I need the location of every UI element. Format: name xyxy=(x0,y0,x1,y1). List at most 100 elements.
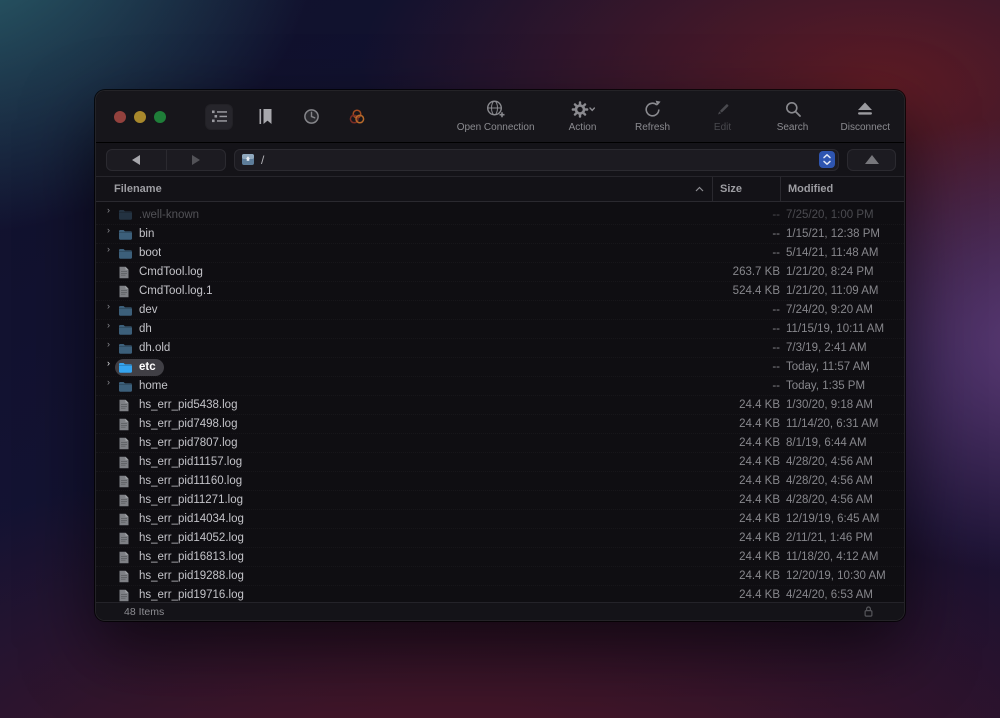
table-row[interactable]: › xyxy=(96,300,904,319)
table-row[interactable]: › xyxy=(96,433,904,452)
row-modified: 5/14/21, 11:48 AM xyxy=(786,247,879,259)
refresh-icon xyxy=(643,98,662,120)
column-headers: Filename Size Modified xyxy=(96,177,904,202)
open-connection-button[interactable]: Open Connection xyxy=(457,98,535,133)
table-row[interactable]: › xyxy=(96,471,904,490)
table-row[interactable]: › xyxy=(96,205,904,224)
chevron-down-icon xyxy=(588,106,595,111)
action-button[interactable]: Action xyxy=(561,98,605,133)
document-icon xyxy=(119,456,129,468)
table-row[interactable]: › xyxy=(96,566,904,585)
search-button[interactable]: Search xyxy=(771,98,815,133)
document-icon xyxy=(119,475,129,487)
row-name: hs_err_pid16813.log xyxy=(139,551,244,563)
back-icon xyxy=(132,154,141,165)
disclosure-chevron-icon[interactable]: › xyxy=(102,377,115,395)
list-view-icon[interactable] xyxy=(206,104,232,129)
zoom-window-button[interactable] xyxy=(154,110,166,123)
disclosure-chevron-icon[interactable]: › xyxy=(102,206,115,223)
modified-header-label: Modified xyxy=(788,183,834,195)
table-row[interactable]: › xyxy=(96,528,904,547)
row-name: hs_err_pid11160.log xyxy=(139,475,243,487)
document-icon xyxy=(119,494,129,506)
table-row[interactable]: › xyxy=(96,490,904,509)
refresh-button[interactable]: Refresh xyxy=(631,98,675,133)
refresh-label: Refresh xyxy=(635,122,671,133)
column-header-size[interactable]: Size xyxy=(712,177,780,201)
path-stepper-icon[interactable] xyxy=(819,151,835,168)
row-size: 24.4 KB xyxy=(739,570,780,582)
table-row[interactable]: › xyxy=(96,376,904,395)
table-row[interactable]: › xyxy=(96,281,904,300)
row-modified: 11/14/20, 6:31 AM xyxy=(786,418,879,430)
document-icon xyxy=(119,532,129,544)
bookmark-icon[interactable] xyxy=(252,105,278,129)
row-size: -- xyxy=(772,342,780,354)
table-row[interactable]: › xyxy=(96,243,904,262)
folder-icon xyxy=(119,305,132,316)
traffic-lights xyxy=(96,91,166,142)
row-modified: 1/30/20, 9:18 AM xyxy=(786,399,873,411)
forward-button xyxy=(167,150,226,170)
row-name: dh.old xyxy=(139,342,171,354)
open-connection-label: Open Connection xyxy=(456,122,535,133)
back-button[interactable] xyxy=(107,149,167,170)
row-name: dh xyxy=(139,323,152,335)
folder-icon xyxy=(119,210,132,220)
table-row[interactable]: › xyxy=(96,262,904,281)
row-modified: Today, 11:57 AM xyxy=(786,361,870,373)
table-row[interactable]: › xyxy=(96,452,904,471)
table-row[interactable]: › xyxy=(96,509,904,528)
row-name: hs_err_pid19288.log xyxy=(139,570,244,582)
action-label: Action xyxy=(568,122,597,133)
disclosure-chevron-icon[interactable]: › xyxy=(102,339,115,357)
row-modified: 8/1/19, 6:44 AM xyxy=(786,437,867,449)
table-row[interactable]: › xyxy=(96,395,904,414)
folder-icon xyxy=(119,362,132,373)
go-up-button[interactable] xyxy=(847,148,896,171)
disclosure-chevron-icon[interactable]: › xyxy=(102,225,115,243)
minimize-window-button[interactable] xyxy=(134,110,146,123)
history-icon[interactable] xyxy=(298,105,324,129)
column-header-filename[interactable]: Filename xyxy=(96,177,712,201)
row-name: hs_err_pid19716.log xyxy=(139,589,244,601)
forward-icon xyxy=(191,154,200,165)
disclosure-chevron-icon[interactable]: › xyxy=(102,358,115,376)
column-header-modified[interactable]: Modified xyxy=(780,177,904,201)
disconnect-button[interactable]: Disconnect xyxy=(841,98,890,133)
disclosure-chevron-icon[interactable]: › xyxy=(102,244,115,262)
row-name: home xyxy=(139,380,168,392)
document-icon xyxy=(119,570,129,582)
row-size: -- xyxy=(772,380,780,392)
disclosure-chevron-icon[interactable]: › xyxy=(102,320,115,338)
table-row[interactable]: › xyxy=(96,338,904,357)
table-row[interactable]: › xyxy=(96,319,904,338)
file-list: › .well-known -- 7/25/20, 1:00 PM › bin … xyxy=(96,202,904,602)
table-row[interactable]: › xyxy=(96,357,904,376)
row-name: hs_err_pid7498.log xyxy=(139,418,238,430)
row-modified: 2/11/21, 1:46 PM xyxy=(786,532,873,544)
sync-rings-icon[interactable] xyxy=(344,105,370,129)
disclosure-chevron-icon[interactable]: › xyxy=(102,301,115,319)
row-modified: 4/28/20, 4:56 AM xyxy=(786,456,873,468)
lock-icon xyxy=(863,605,874,618)
folder-icon xyxy=(119,324,132,335)
table-row[interactable]: › xyxy=(96,547,904,566)
row-modified: 7/24/20, 9:20 AM xyxy=(786,304,873,316)
row-modified: 11/18/20, 4:12 AM xyxy=(786,551,879,563)
pencil-icon xyxy=(714,98,732,120)
table-row[interactable]: › xyxy=(96,414,904,433)
row-name: etc xyxy=(139,361,156,373)
table-row[interactable]: › xyxy=(96,585,904,602)
file-transfer-window: Open Connection Action Refresh Edit Sear… xyxy=(95,90,905,621)
search-label: Search xyxy=(776,122,809,133)
close-window-button[interactable] xyxy=(114,110,126,123)
row-size: 263.7 KB xyxy=(732,266,780,278)
document-icon xyxy=(119,589,129,601)
status-bar: 48 Items xyxy=(96,602,904,620)
path-dropdown[interactable]: / xyxy=(234,148,839,171)
document-icon xyxy=(119,266,129,278)
row-size: 24.4 KB xyxy=(739,399,780,411)
row-name: hs_err_pid5438.log xyxy=(139,399,238,411)
table-row[interactable]: › xyxy=(96,224,904,243)
